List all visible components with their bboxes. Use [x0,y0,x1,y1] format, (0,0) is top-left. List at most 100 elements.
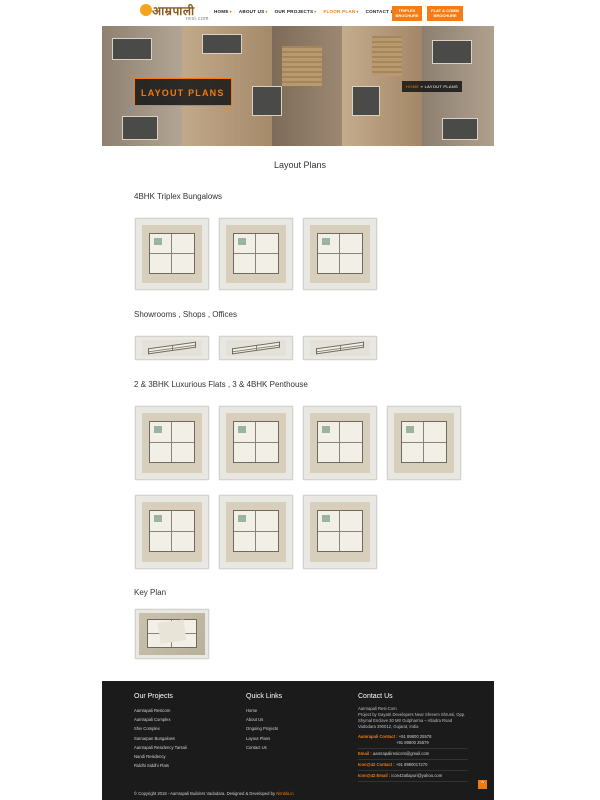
floor-plan-image [142,502,202,562]
window [352,86,380,116]
floor-plan-thumbnail[interactable] [303,336,377,360]
triplex-brochure-button[interactable]: TRIPLEX BROCHURE [392,6,422,21]
nav-projects-label: OUR PROJECTS [274,9,314,14]
footer-address: Project by Gayatri Developers Near Shree… [358,712,466,729]
footer-contact-row: Aamrapali Contact : +91 89800 25578 +91 8… [358,732,468,749]
footer-quick-link[interactable]: About Us [246,715,336,724]
footer-email-label: Email : [358,751,372,756]
footer-contact-column: Contact Us Aamrapali Resi-Com Project by… [358,693,468,782]
floor-plan-thumbnail[interactable] [135,336,209,360]
footer-contact-title: Contact Us [358,693,393,700]
nav-home-label: HOME [214,9,229,14]
footer-icon-email-label: Icon@42 Email : [358,773,391,778]
floor-plan-thumbnail[interactable] [219,406,293,480]
logo-subtext: resi.com [186,16,209,22]
flat-comm-brochure-button[interactable]: FLAT & COMM BROCHURE [427,6,463,21]
section-title-triplex: 4BHK Triplex Bungalows [134,192,223,201]
footer-project-link[interactable]: Samarpan Bungalows [134,734,234,743]
footer-quick-link[interactable]: Layout Plans [246,734,336,743]
floor-plan-image [226,413,286,473]
footer-icon-contact-label: Icon@42 Contact : [358,762,395,767]
floor-plan-thumbnail[interactable] [135,218,209,290]
footer-copyright: © Copyright 2018 - Aamrapali Builders Va… [134,791,294,796]
copyright-text: © Copyright 2018 - Aamrapali Builders Va… [134,791,276,796]
footer-contact-label: Aamrapali Contact : [358,734,398,739]
site-logo[interactable]: आम्रपाली resi.com [140,2,216,24]
floor-plan-image [226,225,286,283]
footer-icon-email-row: Icon@42 Email : icon42atlapuri@yahoo.com [358,771,468,782]
hero-title: LAYOUT PLANS [141,88,225,98]
hero-banner: LAYOUT PLANS HOME » LAYOUT PLANS [102,26,494,146]
breadcrumb-current: LAYOUT PLANS [424,84,459,89]
chevron-down-icon: ▾ [314,9,317,14]
main-nav: HOME▾ ABOUT US▾ OUR PROJECTS▾ FLOOR PLAN… [214,9,397,14]
window [252,86,282,116]
key-plan-thumbnail[interactable] [135,609,209,659]
chevron-down-icon: ▾ [229,9,232,14]
floor-plan-thumbnail[interactable] [303,495,377,569]
floor-plan-thumbnail[interactable] [303,406,377,480]
developer-link[interactable]: Nimbla.in [276,791,293,796]
floor-plan-thumbnail[interactable] [135,406,209,480]
footer-icon-contact-row: Icon@42 Contact : +91 8980017270 [358,760,468,771]
footer-project-link[interactable]: Riddhi Siddhi Flats [134,761,234,770]
footer-project-link[interactable]: Shiv Complex [134,724,234,733]
key-plan-image [139,613,205,655]
nav-home[interactable]: HOME▾ [214,9,232,14]
floor-plan-image [394,413,454,473]
stone-cladding [282,46,322,86]
floor-plan-thumbnail[interactable] [135,495,209,569]
nav-floor-plan[interactable]: FLOOR PLAN▾ [324,9,359,14]
floor-plan-image [310,340,370,356]
section-title-key-plan: Key Plan [134,588,167,597]
breadcrumb: HOME » LAYOUT PLANS [402,81,463,92]
footer-project-link[interactable]: Aamrapali Resicom [134,706,234,715]
floor-plan-image [226,340,286,356]
floor-plan-image [226,502,286,562]
nav-our-projects[interactable]: OUR PROJECTS▾ [275,9,317,14]
section-title-showrooms: Showrooms , Shops , Offices [134,310,238,319]
footer-links-title: Quick Links [246,693,283,700]
footer-email[interactable]: aamrapaliresicom@gmail.com [373,751,429,756]
window [432,40,472,64]
floor-plan-image [142,340,202,356]
site-header: आम्रपाली resi.com HOME▾ ABOUT US▾ OUR PR… [102,0,494,26]
floor-plan-image [142,225,202,283]
footer-quick-link[interactable]: Home [246,706,336,715]
floor-plan-image [310,225,370,283]
floor-plan-thumbnail[interactable] [219,218,293,290]
section-title-flats: 2 & 3BHK Luxurious Flats , 3 & 4BHK Pent… [134,380,308,389]
floor-plan-thumbnail[interactable] [387,406,461,480]
floor-plan-thumbnail[interactable] [303,218,377,290]
site-footer: Our Projects Aamrapali Resicom Aamrapali… [102,681,494,800]
footer-icon-phone[interactable]: +91 8980017270 [396,762,428,767]
hero-title-box: LAYOUT PLANS [134,78,232,106]
floor-plan-thumbnail[interactable] [219,495,293,569]
chevron-down-icon: ▾ [265,9,268,14]
window [202,34,242,54]
footer-project-link[interactable]: Nandi Residency [134,752,234,761]
nav-about-us[interactable]: ABOUT US▾ [239,9,268,14]
footer-project-link[interactable]: Aamrapali Complex [134,715,234,724]
footer-quick-link[interactable]: Ongoing Projects [246,724,336,733]
breadcrumb-home-link[interactable]: HOME [406,84,419,89]
footer-icon-email[interactable]: icon42atlapuri@yahoo.com [391,773,442,778]
footer-projects-title: Our Projects [134,693,173,700]
scroll-to-top-button[interactable]: ^ [478,780,487,789]
floor-plan-image [310,502,370,562]
floor-plan-thumbnail[interactable] [219,336,293,360]
nav-about-label: ABOUT US [238,9,265,14]
window [122,116,158,140]
chevron-down-icon: ▾ [356,9,359,14]
nav-floor-plan-label: FLOOR PLAN [323,9,356,14]
footer-project-link[interactable]: Aamrapali Residency Tarsali [134,743,234,752]
footer-links-column: Quick Links Home About Us Ongoing Projec… [246,693,336,752]
footer-phone[interactable]: +91 89800 25578 [399,734,432,739]
footer-email-row: Email : aamrapaliresicom@gmail.com [358,749,468,760]
page-title: Layout Plans [273,160,327,170]
footer-quick-link[interactable]: Contact Us [246,743,336,752]
footer-phone[interactable]: +91 89800 25579 [358,740,429,745]
window [112,38,152,60]
building-facade [272,26,342,146]
sun-icon [140,4,152,16]
